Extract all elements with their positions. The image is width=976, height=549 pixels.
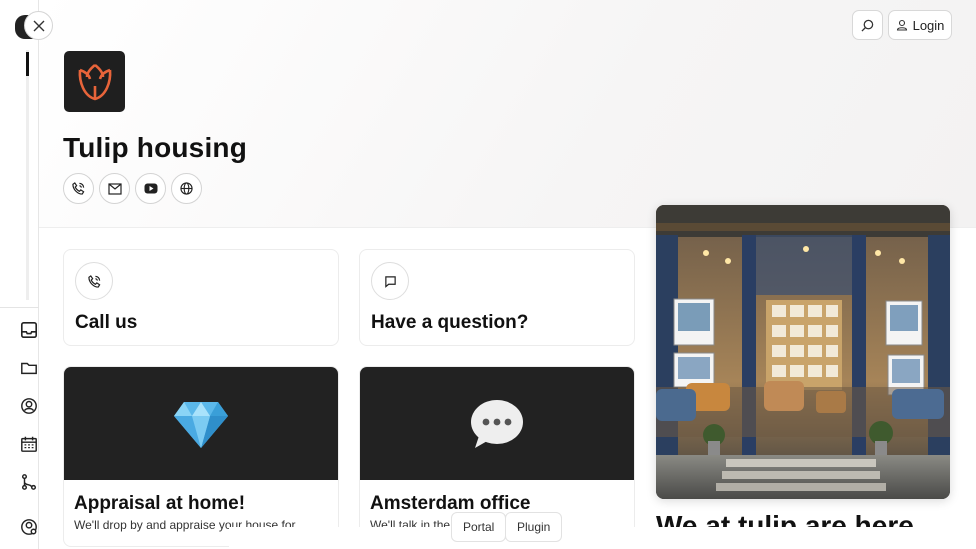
storefront-image xyxy=(656,205,950,499)
rail-scrollbar[interactable] xyxy=(26,50,29,300)
flow-icon[interactable] xyxy=(19,472,39,492)
globe-icon xyxy=(180,182,193,195)
rail-divider xyxy=(0,307,39,308)
speech-bubble-icon xyxy=(471,399,523,448)
settings-user-icon[interactable] xyxy=(19,517,39,537)
login-label: Login xyxy=(912,17,945,33)
office-banner xyxy=(360,367,634,480)
page-title: Tulip housing xyxy=(63,132,248,163)
chip-portal[interactable]: Portal xyxy=(451,512,507,542)
website-button[interactable] xyxy=(171,173,202,204)
gem-icon xyxy=(174,401,228,448)
search-button[interactable] xyxy=(852,10,883,40)
card-icon-wrap xyxy=(371,262,409,300)
phone-button[interactable] xyxy=(63,173,94,204)
office-photo xyxy=(656,205,950,499)
appraisal-title: Appraisal at home! xyxy=(74,493,246,514)
close-icon xyxy=(33,20,44,31)
phone-icon xyxy=(72,182,85,195)
call-us-title: Call us xyxy=(75,312,138,333)
mail-icon xyxy=(107,182,122,195)
phone-icon xyxy=(87,274,100,288)
card-icon-wrap xyxy=(75,262,113,300)
rail-scroll-thumb[interactable] xyxy=(26,52,29,76)
call-us-card[interactable]: Call us xyxy=(63,249,339,346)
app-root: Login Tulip housing Call us Have a quest… xyxy=(0,0,976,549)
youtube-icon xyxy=(144,183,157,194)
question-title: Have a question? xyxy=(371,312,529,333)
left-rail xyxy=(0,0,39,549)
folder-icon[interactable] xyxy=(19,358,39,378)
appraisal-card[interactable]: Appraisal at home! We'll drop by and app… xyxy=(63,366,339,547)
chat-icon xyxy=(384,275,396,288)
tulip-logo-icon xyxy=(78,63,111,100)
user-icon xyxy=(896,19,907,31)
user-circle-icon[interactable] xyxy=(19,396,39,416)
appraisal-banner xyxy=(64,367,338,480)
question-card[interactable]: Have a question? xyxy=(359,249,635,346)
calendar-icon[interactable] xyxy=(19,434,39,454)
bottom-overlay-bar xyxy=(229,527,976,549)
chip-plugin[interactable]: Plugin xyxy=(505,512,563,542)
youtube-button[interactable] xyxy=(135,173,166,204)
login-button[interactable]: Login xyxy=(888,10,952,40)
brand-logo xyxy=(64,51,125,112)
search-icon xyxy=(861,19,874,32)
mail-button[interactable] xyxy=(99,173,130,204)
office-title: Amsterdam office xyxy=(370,493,531,514)
inbox-icon[interactable] xyxy=(19,320,39,340)
close-button[interactable] xyxy=(24,11,53,40)
